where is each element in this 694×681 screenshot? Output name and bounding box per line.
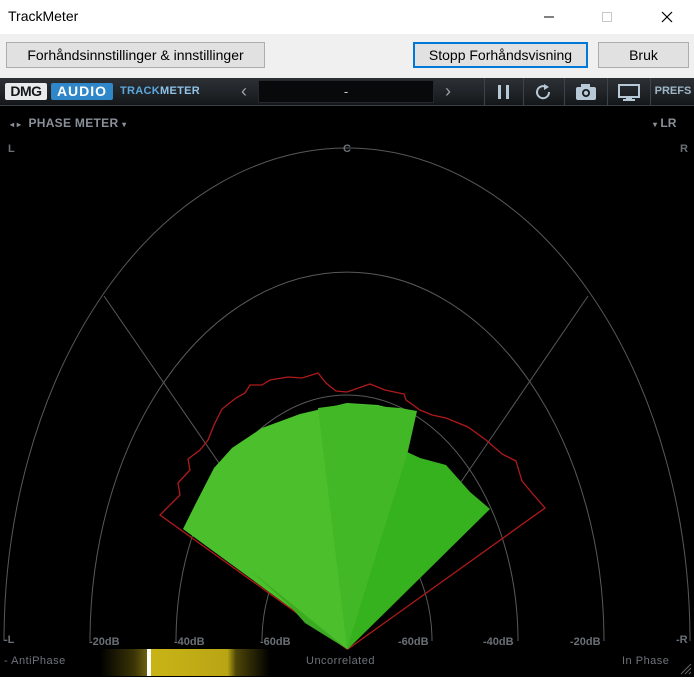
scale-label: -40dB bbox=[174, 636, 205, 648]
channel-mode-label: LR bbox=[660, 116, 677, 130]
right-channel-label: R bbox=[680, 143, 688, 155]
scale-label: -R bbox=[676, 634, 688, 646]
plugin-panel: DMG AUDIO TRACKMETER ‹ - › PREFS ◂ ▸ PHA… bbox=[0, 78, 694, 677]
scale-label: -20dB bbox=[89, 636, 120, 648]
correlation-bar-graphic bbox=[100, 649, 270, 676]
stop-preview-button[interactable]: Stopp Forhåndsvisning bbox=[413, 42, 588, 68]
scale-label: -40dB bbox=[483, 636, 514, 648]
uncorrelated-label: Uncorrelated bbox=[306, 655, 375, 667]
phase-meter-title: PHASE METER bbox=[28, 116, 119, 130]
correlation-marker bbox=[147, 649, 151, 676]
host-toolbar: Forhåndsinnstillinger & innstillinger St… bbox=[0, 34, 694, 78]
window-title: TrackMeter bbox=[8, 8, 79, 24]
dropdown-arrow-icon: ▾ bbox=[653, 120, 658, 129]
phase-meter-mode-selector[interactable]: ◂ ▸ PHASE METER ▾ bbox=[10, 116, 126, 130]
minimize-button[interactable] bbox=[526, 0, 572, 34]
title-bar: TrackMeter bbox=[0, 0, 694, 34]
phase-meter-display bbox=[3, 147, 691, 650]
close-icon bbox=[661, 11, 673, 23]
close-button[interactable] bbox=[644, 0, 690, 34]
dropdown-arrow-icon: ▾ bbox=[122, 120, 127, 129]
scale-label: -20dB bbox=[570, 636, 601, 648]
maximize-button[interactable] bbox=[584, 0, 630, 34]
left-channel-label: L bbox=[8, 143, 15, 155]
apply-button[interactable]: Bruk bbox=[598, 42, 689, 68]
in-phase-label: In Phase bbox=[622, 655, 670, 667]
scale-label: -60dB bbox=[260, 636, 291, 648]
mode-arrows-icon: ◂ ▸ bbox=[10, 120, 22, 129]
antiphase-label: - AntiPhase bbox=[4, 655, 66, 667]
scale-label: -L bbox=[4, 634, 15, 646]
maximize-icon bbox=[602, 12, 612, 22]
presets-settings-button[interactable]: Forhåndsinnstillinger & innstillinger bbox=[6, 42, 265, 68]
scale-label: -60dB bbox=[398, 636, 429, 648]
center-label: C bbox=[343, 143, 351, 155]
channel-mode-selector[interactable]: ▾ LR bbox=[653, 116, 676, 130]
correlation-bar bbox=[100, 649, 270, 676]
resize-grip-icon[interactable] bbox=[678, 661, 692, 675]
minimize-icon bbox=[544, 16, 554, 18]
